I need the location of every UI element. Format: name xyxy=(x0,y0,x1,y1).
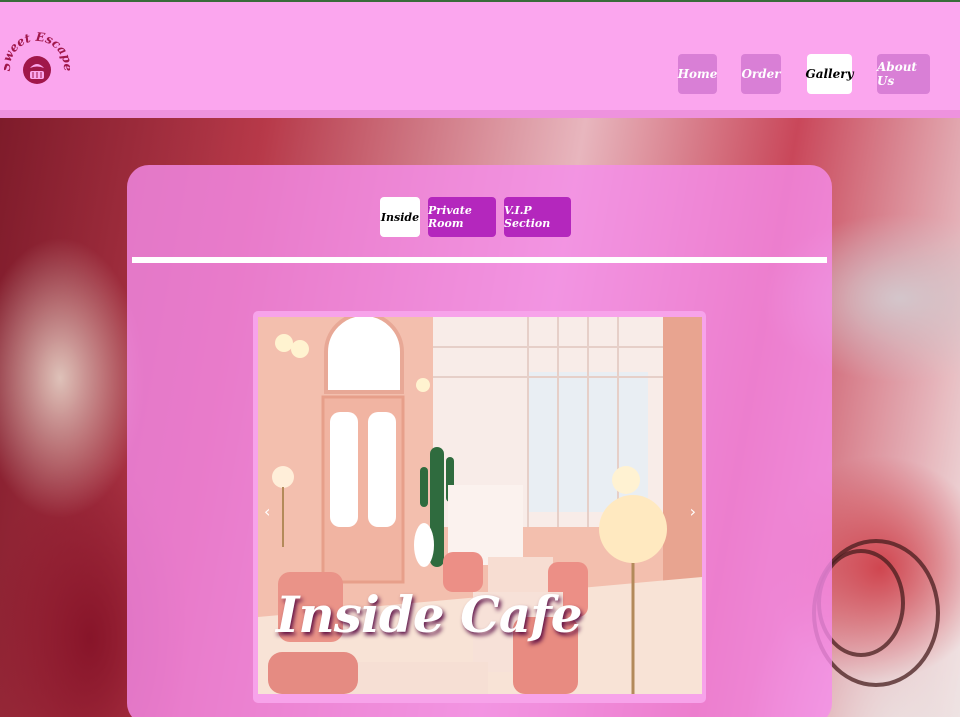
image-carousel: ‹ › Inside Cafe xyxy=(253,311,706,703)
nav-about-button[interactable]: About Us xyxy=(877,54,930,94)
nav-order-button[interactable]: Order xyxy=(741,54,781,94)
header-bottom-strip xyxy=(0,110,960,118)
carousel-next-icon[interactable]: › xyxy=(690,502,696,521)
carousel-prev-icon[interactable]: ‹ xyxy=(264,502,270,521)
gallery-panel: Inside Private Room V.I.P Section ‹ › In… xyxy=(127,165,832,717)
section-divider xyxy=(132,257,827,263)
nav-home-button[interactable]: Home xyxy=(678,54,717,94)
slide-caption: Inside Cafe xyxy=(276,585,583,644)
tab-private-room[interactable]: Private Room xyxy=(428,197,496,237)
site-header: Sweet Escape Home Order Gallery About Us xyxy=(0,0,960,110)
nav-gallery-button[interactable]: Gallery xyxy=(805,54,854,94)
carousel-slide: ‹ › Inside Cafe xyxy=(258,317,702,694)
tab-inside[interactable]: Inside xyxy=(380,197,420,237)
sweet-escape-logo[interactable]: Sweet Escape xyxy=(4,24,70,94)
tab-vip-section[interactable]: V.I.P Section xyxy=(504,197,571,237)
